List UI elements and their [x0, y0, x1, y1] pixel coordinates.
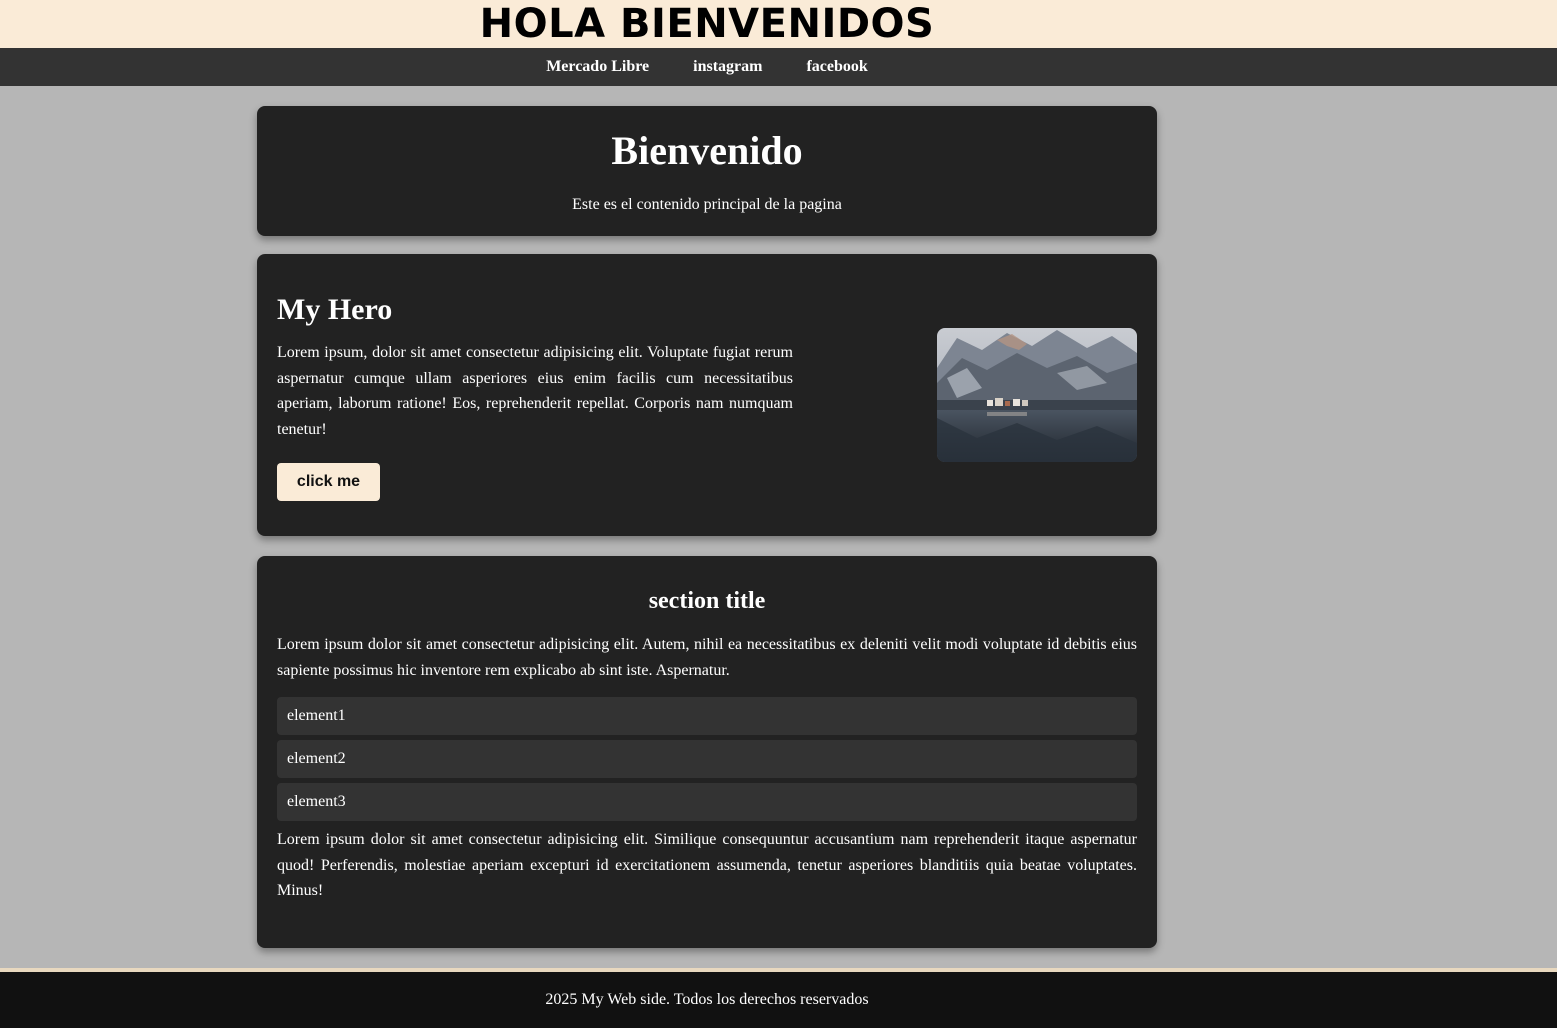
- list-item: element1: [277, 697, 1137, 735]
- section-paragraph-1: Lorem ipsum dolor sit amet consectetur a…: [277, 636, 1137, 679]
- top-banner: HOLA BIENVENIDOS: [0, 0, 1557, 48]
- hero-image: [937, 328, 1137, 462]
- nav-link-instagram[interactable]: instagram: [693, 58, 762, 76]
- list-item: element2: [277, 740, 1137, 778]
- click-me-button[interactable]: click me: [277, 463, 380, 501]
- nav-link-facebook[interactable]: facebook: [806, 58, 867, 76]
- hero-card: My Hero Lorem ipsum, dolor sit amet cons…: [257, 254, 1157, 536]
- section-paragraph-2: Lorem ipsum dolor sit amet consectetur a…: [277, 831, 1137, 899]
- list-item: element3: [277, 783, 1137, 821]
- welcome-card: Bienvenido Este es el contenido principa…: [257, 106, 1157, 236]
- content-section-card: section title Lorem ipsum dolor sit amet…: [257, 556, 1157, 948]
- nav-link-mercado-libre[interactable]: Mercado Libre: [546, 58, 649, 76]
- site-title: HOLA BIENVENIDOS: [479, 1, 935, 47]
- hero-title: My Hero: [277, 293, 393, 326]
- hero-text-block: My Hero Lorem ipsum, dolor sit amet cons…: [277, 292, 793, 501]
- section-title: section title: [648, 588, 766, 614]
- mountain-lake-photo-icon: [937, 328, 1137, 462]
- hero-paragraph: Lorem ipsum, dolor sit amet consectetur …: [277, 344, 793, 438]
- welcome-title: Bienvenido: [611, 128, 803, 173]
- navbar: Mercado Libre instagram facebook: [0, 48, 1557, 86]
- welcome-subtitle: Este es el contenido principal de la pag…: [572, 196, 842, 213]
- footer: 2025 My Web side. Todos los derechos res…: [0, 972, 1557, 1028]
- footer-text: 2025 My Web side. Todos los derechos res…: [545, 991, 869, 1008]
- element-list: element1 element2 element3: [277, 697, 1137, 826]
- nav-links: Mercado Libre instagram facebook: [524, 58, 890, 76]
